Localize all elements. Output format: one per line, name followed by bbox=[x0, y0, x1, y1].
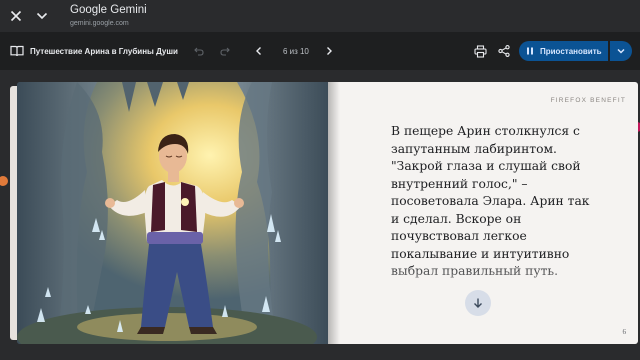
window-url: gemini.google.com bbox=[70, 20, 129, 27]
page-brand: FIREFOX BENEFIT bbox=[550, 97, 626, 104]
book-icon bbox=[10, 44, 24, 58]
book-viewer: FIREFOX BENEFIT В пещере Арин столкнулся… bbox=[0, 70, 640, 360]
text-fade bbox=[368, 262, 618, 304]
window-title: Google Gemini bbox=[70, 4, 147, 16]
side-handle-left[interactable] bbox=[0, 176, 8, 186]
pause-label: Приостановить bbox=[540, 46, 602, 56]
redo-icon[interactable] bbox=[218, 44, 232, 58]
story-page: FIREFOX BENEFIT В пещере Арин столкнулся… bbox=[328, 82, 638, 344]
book-spine bbox=[328, 82, 340, 344]
share-icon[interactable] bbox=[497, 44, 511, 58]
pause-icon bbox=[526, 47, 535, 56]
close-icon[interactable] bbox=[4, 4, 28, 28]
story-toolbar: Путешествие Арина в Глубины Души 6 из 10… bbox=[0, 32, 640, 70]
page-counter: 6 из 10 bbox=[282, 46, 309, 56]
window-titlebar: Google Gemini gemini.google.com bbox=[0, 0, 640, 32]
story-title: Путешествие Арина в Глубины Души bbox=[30, 46, 178, 56]
chevron-down-icon[interactable] bbox=[30, 4, 54, 28]
page-number: 6 bbox=[622, 328, 627, 336]
undo-icon[interactable] bbox=[192, 44, 206, 58]
chevron-down-icon[interactable] bbox=[610, 41, 632, 61]
storybook: FIREFOX BENEFIT В пещере Арин столкнулся… bbox=[10, 82, 638, 344]
arrow-down-icon[interactable] bbox=[465, 290, 491, 316]
print-icon[interactable] bbox=[473, 44, 487, 58]
story-text: В пещере Арин столкнулся с запутанным ла… bbox=[391, 124, 590, 278]
story-illustration bbox=[17, 82, 328, 344]
chevron-left-icon[interactable] bbox=[252, 44, 266, 58]
pause-button[interactable]: Приостановить bbox=[519, 41, 608, 61]
chevron-right-icon[interactable] bbox=[322, 44, 336, 58]
